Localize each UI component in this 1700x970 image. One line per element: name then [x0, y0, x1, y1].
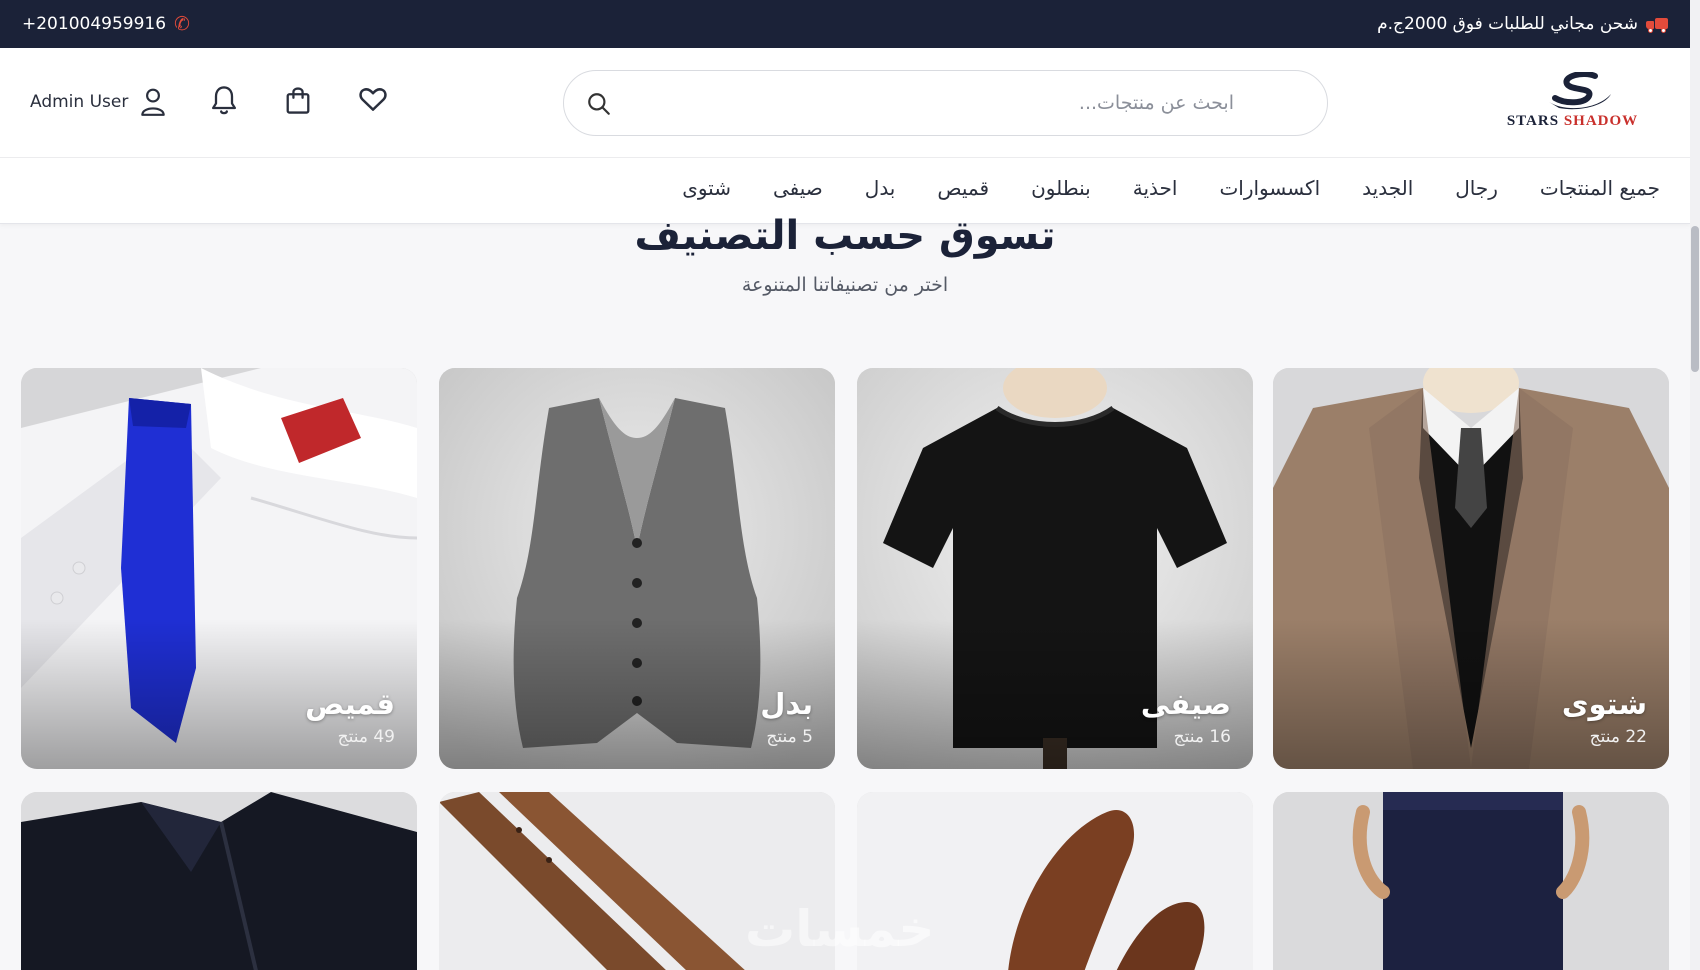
- trousers-image: [1273, 792, 1669, 970]
- logo-wordmark: STARS SHADOW: [1506, 113, 1639, 129]
- shopping-bag-icon[interactable]: [284, 84, 312, 116]
- category-count: 16 منتج: [1173, 727, 1231, 747]
- nav-item[interactable]: الجديد: [1362, 176, 1413, 200]
- header-actions: Admin User: [30, 82, 166, 122]
- phone-number[interactable]: +201004959916: [22, 14, 166, 34]
- search-input[interactable]: [634, 81, 1234, 125]
- category-count: 49 منتج: [337, 727, 395, 747]
- logo-swoosh-icon: [1549, 72, 1611, 110]
- truck-icon: [1646, 17, 1668, 33]
- nav-item[interactable]: قميص: [937, 176, 989, 200]
- nav-item[interactable]: شتوى: [682, 176, 731, 200]
- page: +201004959916 ✆ شحن مجاني للطلبات فوق 20…: [0, 0, 1700, 970]
- top-announcement-bar: +201004959916 ✆ شحن مجاني للطلبات فوق 20…: [0, 0, 1690, 48]
- category-name: قميص: [305, 687, 395, 721]
- search-bar: [563, 70, 1328, 136]
- site-logo[interactable]: STARS SHADOW: [1485, 72, 1660, 130]
- nav-item[interactable]: رجال: [1455, 176, 1498, 200]
- user-account[interactable]: Admin User: [30, 87, 166, 117]
- user-icon[interactable]: [140, 87, 166, 117]
- category-count: 5 منتج: [766, 727, 813, 747]
- nav-item[interactable]: احذية: [1133, 176, 1178, 200]
- category-card-trousers[interactable]: [1273, 792, 1669, 970]
- category-card-jackets[interactable]: [21, 792, 417, 970]
- phone-contact[interactable]: +201004959916 ✆: [22, 13, 190, 35]
- promo-text: شحن مجاني للطلبات فوق 2000ج.م: [1377, 14, 1638, 34]
- nav-item[interactable]: جميع المنتجات: [1540, 176, 1660, 200]
- category-name: شتوى: [1561, 687, 1647, 721]
- category-count: 22 منتج: [1589, 727, 1647, 747]
- bell-icon[interactable]: [210, 84, 238, 116]
- watermark: خمسات: [745, 900, 935, 958]
- category-card-summer[interactable]: صيفى 16 منتج: [857, 368, 1253, 769]
- category-card-winter[interactable]: شتوى 22 منتج: [1273, 368, 1669, 769]
- nav-item[interactable]: اكسسوارات: [1219, 176, 1320, 200]
- user-name[interactable]: Admin User: [30, 92, 128, 112]
- site-header: STARS SHADOW Admin User: [0, 48, 1690, 158]
- category-card-suits[interactable]: بدل 5 منتج: [439, 368, 835, 769]
- nav-item[interactable]: بنطلون: [1031, 176, 1091, 200]
- free-shipping-promo: شحن مجاني للطلبات فوق 2000ج.م: [1377, 14, 1668, 34]
- nav-item[interactable]: صيفى: [773, 176, 823, 200]
- section-title: تسوق حسب التصنيف: [634, 213, 1056, 259]
- phone-icon: ✆: [174, 13, 190, 35]
- scrollbar-thumb[interactable]: [1691, 226, 1699, 372]
- section-subtitle: اختر من تصنيفاتنا المتنوعة: [741, 274, 949, 296]
- nav-list: شتوى صيفى بدل قميص بنطلون احذية اكسسوارات الجدي…: [682, 176, 1660, 200]
- page-scrollbar[interactable]: [1690, 0, 1700, 970]
- nav-item[interactable]: بدل: [865, 176, 896, 200]
- jacket-image: [21, 792, 417, 970]
- category-card-shirt[interactable]: قميص 49 منتج: [21, 368, 417, 769]
- category-name: بدل: [760, 687, 813, 721]
- heart-icon[interactable]: [358, 84, 388, 114]
- search-icon[interactable]: [586, 91, 612, 117]
- category-name: صيفى: [1140, 687, 1231, 721]
